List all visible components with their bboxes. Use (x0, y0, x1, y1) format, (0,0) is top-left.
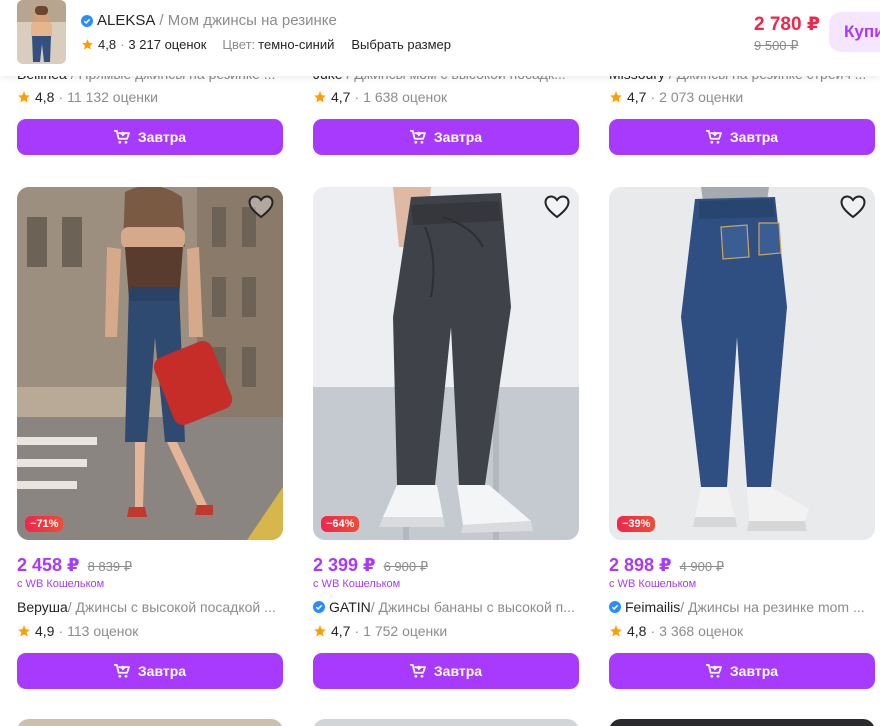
cart-icon (114, 130, 130, 144)
sticky-product-header: ALEKSA / Мом джинсы на резинке 4,8 · 3 2… (0, 0, 880, 76)
add-to-cart-button[interactable]: Завтра (17, 653, 283, 689)
verified-icon (313, 601, 325, 613)
seller-name: Feimailis (625, 599, 681, 615)
star-icon (18, 91, 30, 103)
product-card[interactable]: −71% 2 458 ₽ 8 839 ₽ с WB Кошельком Веру… (17, 187, 283, 697)
header-meta: 4,8 · 3 217 оценок Цвет: темно-синий Выб… (81, 37, 451, 52)
button-label: Завтра (729, 129, 779, 145)
rating-value: 4,9 (35, 623, 55, 639)
buy-button[interactable]: Купить (829, 12, 880, 52)
product-title[interactable]: Веруша / Джинсы с высокой посадкой ... (17, 599, 283, 615)
wallet-note: с WB Кошельком (609, 578, 697, 590)
heart-icon[interactable] (544, 195, 570, 219)
add-to-cart-button[interactable]: Завтра (313, 653, 579, 689)
header-reviews[interactable]: 3 217 оценок (128, 37, 206, 52)
rating-value: 4,7 (331, 623, 351, 639)
product-rating: 4,7 · 1 752 оценки (313, 623, 447, 639)
product-description: / Джинсы бананы с высокой п... (370, 599, 575, 615)
button-label: Завтра (137, 663, 187, 679)
review-count[interactable]: 2 073 оценки (659, 89, 743, 105)
product-thumbnail[interactable] (17, 0, 66, 64)
select-size-link[interactable]: Выбрать размер (351, 37, 451, 52)
add-to-cart-button[interactable]: Завтра (17, 119, 283, 155)
header-price: 2 780 ₽ (754, 14, 821, 35)
product-rating: 4,8 · 11 132 оценки (17, 89, 158, 105)
rating-value: 4,8 (35, 89, 55, 105)
wallet-note: с WB Кошельком (17, 578, 105, 590)
product-title[interactable]: GATIN / Джинсы бананы с высокой п... (313, 599, 579, 615)
heart-icon[interactable] (840, 195, 866, 219)
catalog-page: Bellinea / Прямые джинсы на резинке ... … (0, 0, 880, 726)
star-icon (314, 91, 326, 103)
old-price: 4 900 ₽ (679, 559, 724, 574)
star-icon (314, 625, 326, 637)
header-old-price: 9 500 ₽ (754, 38, 799, 53)
price-row: 2 399 ₽ 6 900 ₽ (313, 555, 428, 576)
color-label: Цвет: (222, 37, 256, 52)
verified-icon (609, 601, 621, 613)
cart-icon (114, 664, 130, 678)
add-to-cart-button[interactable]: Завтра (609, 119, 875, 155)
verified-icon (81, 14, 93, 27)
add-to-cart-button[interactable]: Завтра (313, 119, 579, 155)
discount-badge: −64% (321, 516, 360, 532)
product-image[interactable] (313, 719, 579, 726)
product-image[interactable]: −71% (17, 187, 283, 540)
review-count[interactable]: 1 752 оценки (363, 623, 447, 639)
product-card[interactable]: −64% 2 399 ₽ 6 900 ₽ с WB Кошельком GATI… (313, 187, 579, 697)
product-description: / Джинсы с высокой посадкой ... (67, 599, 276, 615)
price-row: 2 458 ₽ 8 839 ₽ (17, 555, 132, 576)
product-image[interactable]: −64% (313, 187, 579, 540)
cart-icon (410, 664, 426, 678)
button-label: Завтра (729, 663, 779, 679)
discount-badge: −71% (25, 516, 64, 532)
button-label: Завтра (433, 129, 483, 145)
header-title: ALEKSA / Мом джинсы на резинке (81, 12, 337, 29)
star-icon (610, 91, 622, 103)
header-rating: 4,8 (98, 37, 117, 52)
review-count[interactable]: 1 638 оценок (363, 89, 447, 105)
button-label: Завтра (137, 129, 187, 145)
product-description: / Джинсы на резинке mom ... (680, 599, 865, 615)
review-count[interactable]: 11 132 оценки (67, 89, 158, 105)
cart-icon (706, 664, 722, 678)
product-card[interactable]: −39% 2 898 ₽ 4 900 ₽ с WB Кошельком Feim… (609, 187, 875, 697)
product-rating: 4,7 · 1 638 оценок (313, 89, 447, 105)
current-price: 2 898 ₽ (609, 555, 672, 575)
current-price: 2 399 ₽ (313, 555, 376, 575)
wallet-note: с WB Кошельком (313, 578, 401, 590)
product-image[interactable] (609, 719, 875, 726)
rating-value: 4,7 (627, 89, 647, 105)
seller-name: Веруша (17, 599, 68, 615)
product-rating: 4,7 · 2 073 оценки (609, 89, 743, 105)
current-price: 2 458 ₽ (17, 555, 80, 575)
header-brand[interactable]: ALEKSA (97, 12, 155, 29)
product-title[interactable]: Feimailis / Джинсы на резинке mom ... (609, 599, 875, 615)
header-product-name: / Мом джинсы на резинке (159, 12, 337, 29)
heart-icon[interactable] (248, 195, 274, 219)
color-value: темно-синий (258, 37, 335, 52)
star-icon (82, 39, 93, 50)
discount-badge: −39% (617, 516, 656, 532)
star-icon (610, 625, 622, 637)
product-rating: 4,9 · 113 оценок (17, 623, 138, 639)
cart-icon (410, 130, 426, 144)
rating-value: 4,8 (627, 623, 647, 639)
price-row: 2 898 ₽ 4 900 ₽ (609, 555, 724, 576)
star-icon (18, 625, 30, 637)
cart-icon (706, 130, 722, 144)
review-count[interactable]: 113 оценок (67, 623, 138, 639)
add-to-cart-button[interactable]: Завтра (609, 653, 875, 689)
review-count[interactable]: 3 368 оценок (659, 623, 743, 639)
seller-name: GATIN (329, 599, 371, 615)
product-image[interactable]: −39% (609, 187, 875, 540)
product-rating: 4,8 · 3 368 оценок (609, 623, 743, 639)
old-price: 6 900 ₽ (383, 559, 428, 574)
button-label: Завтра (433, 663, 483, 679)
rating-value: 4,7 (331, 89, 351, 105)
product-image[interactable] (17, 719, 283, 726)
old-price: 8 839 ₽ (87, 559, 132, 574)
